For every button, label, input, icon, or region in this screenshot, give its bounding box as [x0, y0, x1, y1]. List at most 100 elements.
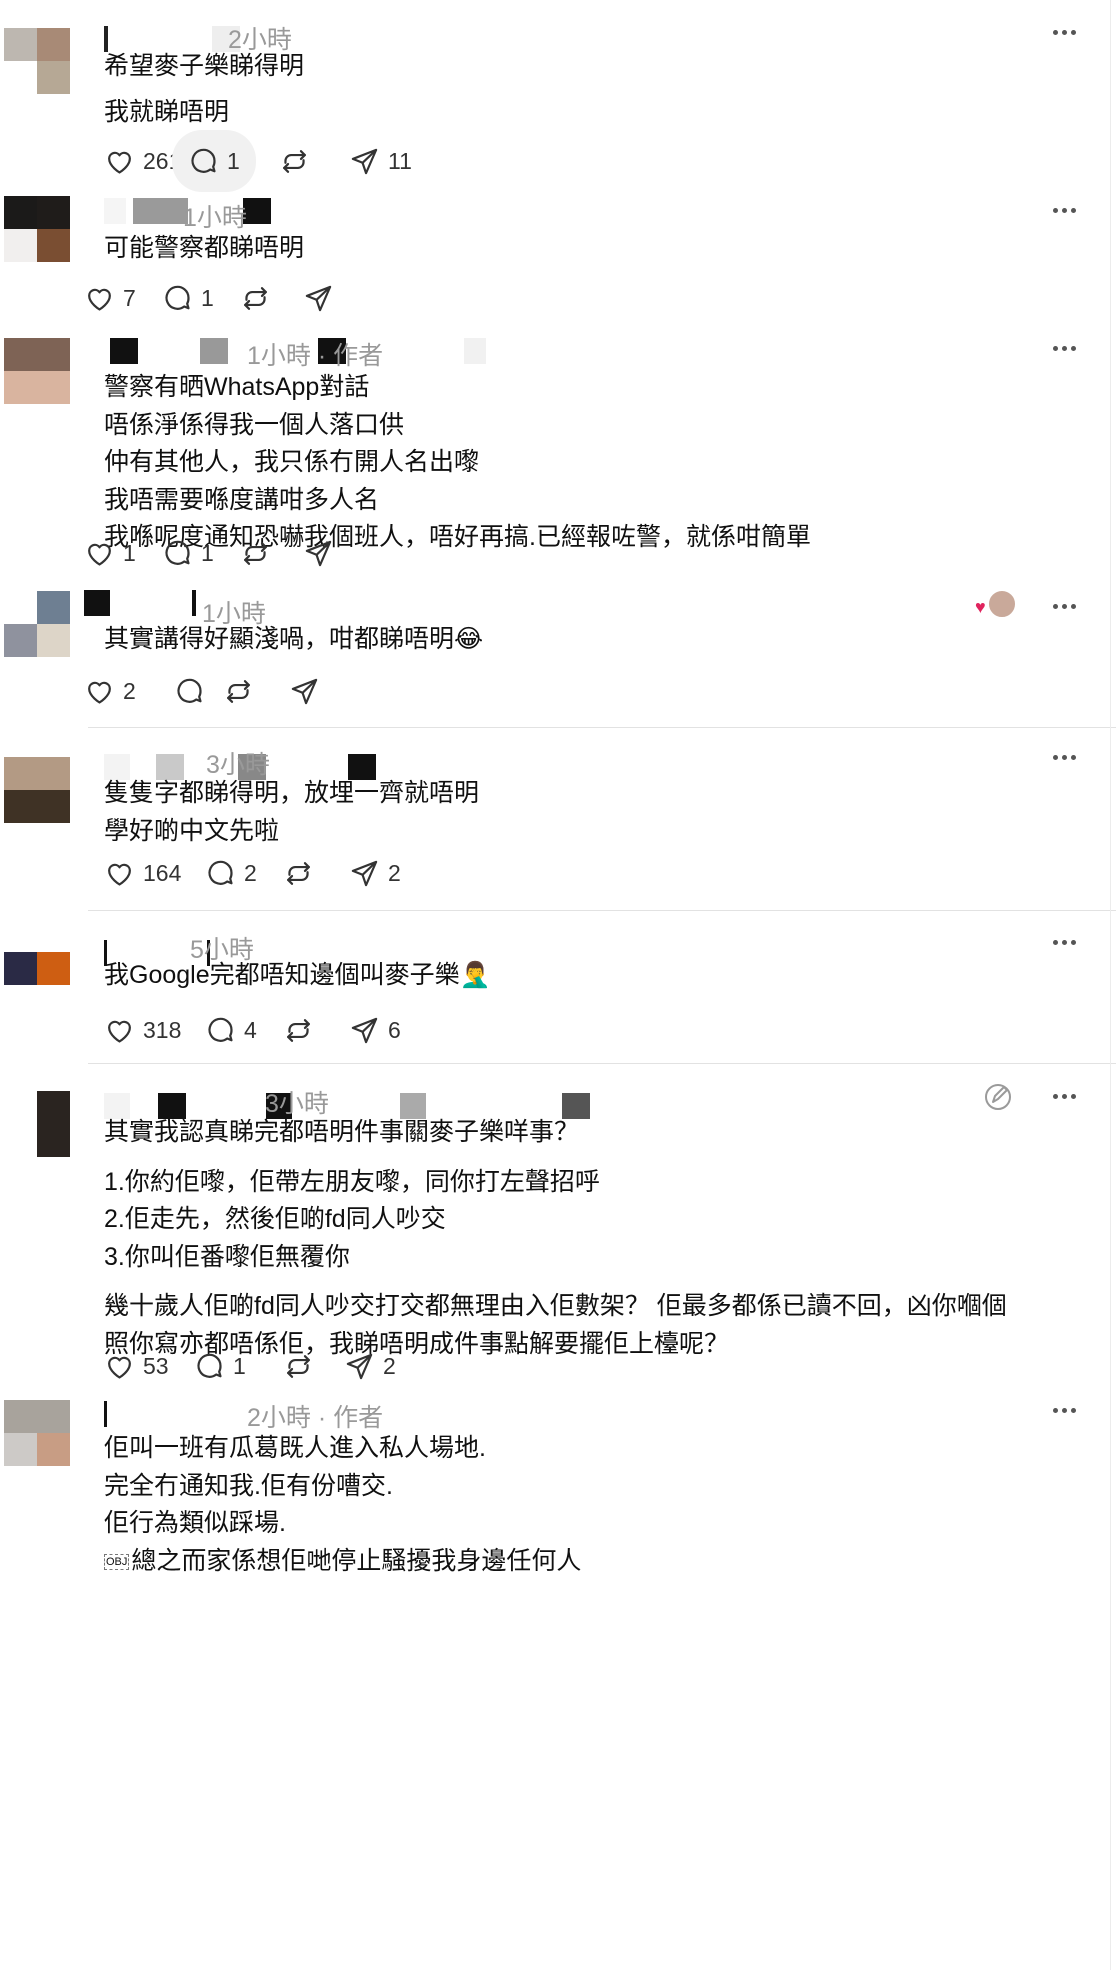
repost-button[interactable]	[223, 671, 254, 711]
post-divider	[88, 727, 1116, 728]
repost-icon	[283, 1015, 314, 1046]
post-text-line	[104, 86, 304, 94]
share-button[interactable]	[289, 671, 320, 711]
reply-button[interactable]: 2	[205, 853, 257, 893]
post-time: 1小時	[247, 342, 311, 370]
like-count: 2	[123, 677, 136, 704]
repost-button[interactable]	[283, 853, 314, 893]
repost-icon	[283, 1351, 314, 1382]
username[interactable]	[84, 590, 196, 616]
repost-button[interactable]	[240, 533, 271, 573]
reply-button[interactable]: 1	[162, 533, 214, 573]
post-time: 2小時	[247, 1404, 311, 1432]
repost-icon	[283, 858, 314, 889]
reply-button[interactable]: 4	[205, 1010, 257, 1050]
repost-button[interactable]	[283, 1010, 314, 1050]
object-replacement-glyph: OBJ	[104, 1553, 130, 1570]
reply-count: 1	[227, 147, 240, 174]
reply-count: 1	[201, 539, 214, 566]
comment-icon	[205, 1015, 236, 1046]
repost-icon	[279, 146, 310, 177]
like-button[interactable]: 318	[104, 1010, 181, 1050]
post-text-line	[104, 1276, 1007, 1288]
reply-count: 2	[244, 859, 257, 886]
share-button[interactable]: 2	[344, 1346, 396, 1386]
comment-icon	[194, 1351, 225, 1382]
like-count: 318	[143, 1016, 182, 1043]
reply-button[interactable]	[174, 671, 205, 711]
like-button[interactable]: 7	[84, 278, 136, 318]
like-button[interactable]: 261	[104, 141, 181, 181]
post-body: 警察有晒WhatsApp對話 唔係淨係得我一個人落口供 仲有其他人，我只係冇開人名出…	[104, 369, 811, 557]
avatar[interactable]	[4, 28, 70, 94]
more-icon[interactable]	[1048, 205, 1080, 217]
more-icon[interactable]	[1048, 601, 1080, 613]
share-icon	[349, 1015, 380, 1046]
reaction-heart-icon: ♥	[975, 597, 986, 617]
comment-icon	[174, 676, 205, 707]
share-count: 11	[388, 147, 412, 174]
share-icon	[303, 283, 334, 314]
like-button[interactable]: 2	[84, 671, 136, 711]
repost-button[interactable]	[240, 278, 271, 318]
repost-button[interactable]	[279, 141, 310, 181]
post-text-line: 1.你約佢嚟，佢帶左朋友嚟，同你打左聲招呼	[104, 1167, 600, 1196]
more-icon[interactable]	[1048, 27, 1080, 39]
share-icon	[349, 858, 380, 889]
like-button[interactable]: 164	[104, 853, 181, 893]
post-body: 希望麥子樂睇得明 我就睇唔明	[104, 48, 304, 131]
share-button[interactable]: 2	[349, 853, 401, 893]
more-icon[interactable]	[1048, 1091, 1080, 1103]
post-text-line: 其實講得好顯淺喎，咁都睇唔明😂	[104, 625, 484, 653]
post-text-line: 仲有其他人，我只係冇開人名出嚟	[104, 448, 480, 476]
more-icon[interactable]	[1048, 343, 1080, 355]
more-icon[interactable]	[1048, 937, 1080, 949]
more-icon[interactable]	[1048, 752, 1080, 764]
avatar[interactable]	[4, 338, 70, 404]
reply-count: 1	[201, 284, 214, 311]
reactor-avatar	[987, 589, 1017, 619]
like-button[interactable]: 53	[104, 1346, 169, 1386]
post-text-line: 可能警察都睇唔明	[104, 234, 305, 262]
post: 1小時 可能警察都睇唔明 7 1	[0, 176, 1116, 333]
share-button[interactable]: 11	[349, 141, 412, 181]
share-button[interactable]	[303, 533, 334, 573]
avatar[interactable]	[4, 591, 70, 657]
post-text-line: 2.佢走先，然後佢啲fd同人吵交	[104, 1205, 446, 1233]
share-count: 6	[388, 1016, 401, 1043]
repost-button[interactable]	[283, 1346, 314, 1386]
avatar[interactable]	[4, 1400, 70, 1466]
share-button[interactable]: 6	[349, 1010, 401, 1050]
post-text-line: 警察有晒WhatsApp對話	[104, 373, 370, 401]
post-meta: 2小時 · 作者	[247, 1398, 383, 1434]
like-button[interactable]: 1	[84, 533, 136, 573]
more-icon[interactable]	[1048, 1405, 1080, 1417]
avatar[interactable]	[4, 952, 70, 1018]
reactors[interactable]: ♥	[975, 589, 1017, 623]
avatar[interactable]	[4, 757, 70, 823]
post-text-line: 佢行為類似踩場.	[104, 1509, 286, 1537]
reply-count: 4	[244, 1016, 257, 1043]
reply-button[interactable]: 1	[194, 1346, 246, 1386]
post: 2小時 · 作者 佢叫一班有瓜葛既人進入私人場地. 完全冇通知我.佢有份嘈交. 佢行為…	[0, 1396, 1116, 1970]
avatar[interactable]	[37, 1091, 70, 1157]
post-body: 其實我認真睇完都唔明件事關麥子樂咩事？ 1.你約佢嚟，佢帶左朋友嚟，同你打左聲招呼…	[104, 1114, 1007, 1363]
post-text-line: 我唔需要喺度講咁多人名	[104, 485, 380, 514]
post: 3小時 其實我認真睇完都唔明件事關麥子樂咩事？ 1.你約佢嚟，佢帶左朋友嚟，同你打左…	[0, 1063, 1116, 1396]
post-text-line: 希望麥子樂睇得明	[104, 52, 305, 80]
post-divider	[88, 1063, 1116, 1064]
post: 5小時 我Google完都唔知邊個叫麥子樂🤦‍♂️ 318 4 6	[0, 910, 1116, 1063]
repost-icon	[240, 538, 271, 569]
post-divider	[88, 910, 1116, 911]
post-text-line: 我就睇唔明	[104, 97, 230, 126]
edit-icon[interactable]	[982, 1081, 1014, 1113]
avatar[interactable]	[4, 196, 70, 262]
post-body: 佢叫一班有瓜葛既人進入私人場地. 完全冇通知我.佢有份嘈交. 佢行為類似踩場. OBJ…	[104, 1430, 581, 1580]
share-count: 2	[383, 1352, 396, 1379]
share-button[interactable]	[303, 278, 334, 318]
reply-button[interactable]: 1	[162, 278, 214, 318]
username[interactable]	[104, 1401, 107, 1427]
heart-icon	[104, 146, 135, 177]
post-text-line: 學好啲中文先啦	[104, 816, 280, 845]
post-text-line: 完全冇通知我.佢有份嘈交.	[104, 1471, 393, 1500]
